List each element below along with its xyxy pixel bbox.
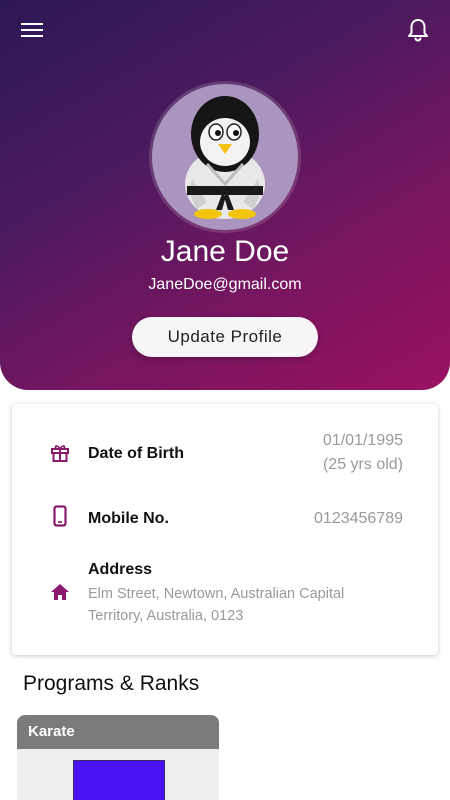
dob-age: (25 yrs old): [322, 456, 403, 473]
phone-icon: [49, 505, 71, 527]
gift-icon: [49, 442, 71, 464]
details-card: Date of Birth 01/01/1995 (25 yrs old) Mo…: [12, 404, 438, 655]
mobile-value: 0123456789: [314, 510, 403, 527]
notifications-button[interactable]: [402, 14, 434, 46]
update-profile-button[interactable]: Update Profile: [132, 317, 318, 357]
address-line-1: Elm Street, Newtown, Australian Capital: [88, 586, 345, 602]
avatar[interactable]: [152, 84, 298, 230]
profile-screen: Jane Doe JaneDoe@gmail.com Update Profil…: [0, 0, 450, 800]
program-name: Karate: [17, 715, 219, 749]
menu-button[interactable]: [16, 16, 48, 44]
program-card-karate[interactable]: Karate: [17, 715, 219, 800]
hamburger-menu-icon: [21, 23, 43, 37]
user-email: JaneDoe@gmail.com: [148, 276, 302, 293]
home-icon: [49, 581, 71, 603]
dob-label: Date of Birth: [88, 445, 184, 462]
mobile-label: Mobile No.: [88, 510, 169, 527]
profile-header: Jane Doe JaneDoe@gmail.com Update Profil…: [0, 0, 450, 390]
programs-section-title: Programs & Ranks: [23, 672, 200, 695]
rank-color-swatch: [73, 760, 165, 800]
bell-icon: [408, 19, 428, 42]
penguin-avatar-icon: [185, 96, 265, 219]
dob-value: 01/01/1995: [322, 432, 403, 449]
address-label: Address: [88, 561, 153, 578]
address-line-2: Territory, Australia, 0123: [88, 608, 244, 624]
user-name: Jane Doe: [160, 235, 290, 268]
